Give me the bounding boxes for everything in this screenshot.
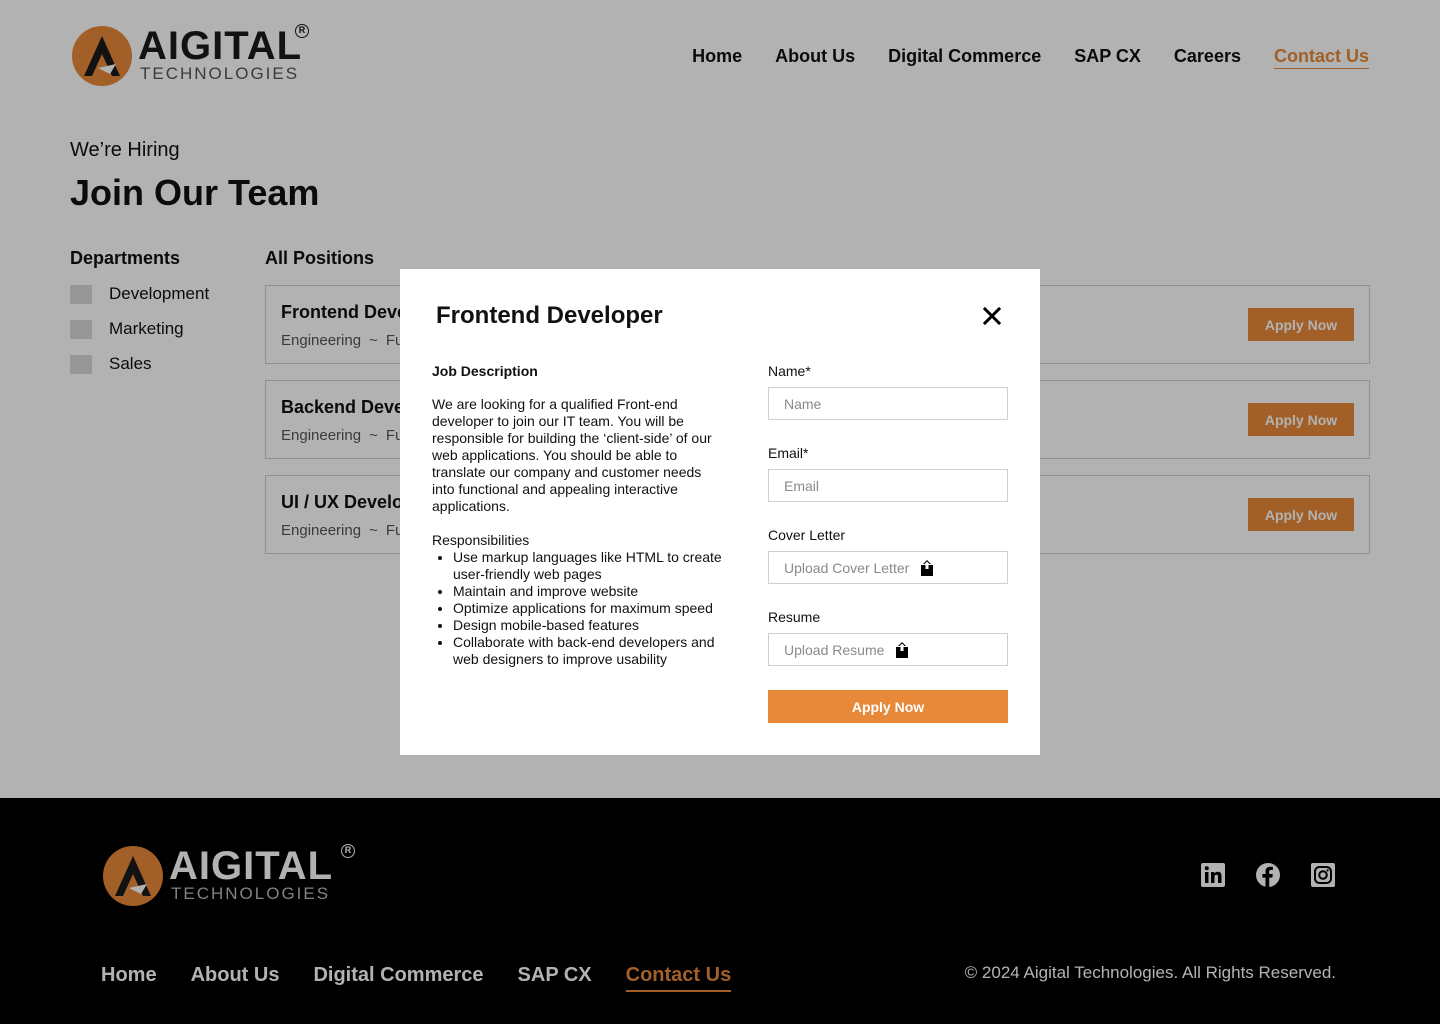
upload-icon <box>896 641 909 658</box>
cover-letter-upload[interactable]: Upload Cover Letter <box>768 551 1008 584</box>
close-button[interactable] <box>980 304 1004 328</box>
cover-letter-label: Cover Letter <box>768 527 846 543</box>
job-description-text: We are looking for a qualified Front-end… <box>432 396 712 514</box>
resume-label: Resume <box>768 609 821 625</box>
job-description-heading: Job Description <box>432 363 538 379</box>
list-item: Design mobile-based features <box>453 617 723 634</box>
responsibilities-heading: Responsibilities <box>432 532 530 548</box>
modal-title: Frontend Developer <box>436 302 663 329</box>
responsibilities-list: Use markup languages like HTML to create… <box>453 549 723 668</box>
list-item: Maintain and improve website <box>453 583 723 600</box>
email-label: Email* <box>768 445 809 461</box>
upload-text: Upload Resume <box>784 641 885 658</box>
close-icon <box>982 306 1002 326</box>
list-item: Collaborate with back-end developers and… <box>453 634 723 668</box>
list-item: Optimize applications for maximum speed <box>453 600 723 617</box>
submit-apply-button[interactable]: Apply Now <box>768 690 1008 723</box>
upload-icon <box>921 559 934 576</box>
name-input[interactable] <box>768 387 1008 420</box>
upload-text: Upload Cover Letter <box>784 559 910 576</box>
email-input[interactable] <box>768 469 1008 502</box>
apply-modal: Frontend Developer Job Description We ar… <box>400 269 1040 755</box>
resume-upload[interactable]: Upload Resume <box>768 633 1008 666</box>
list-item: Use markup languages like HTML to create… <box>453 549 723 583</box>
name-label: Name* <box>768 363 811 379</box>
modal-backdrop-footer[interactable] <box>0 798 1440 1024</box>
